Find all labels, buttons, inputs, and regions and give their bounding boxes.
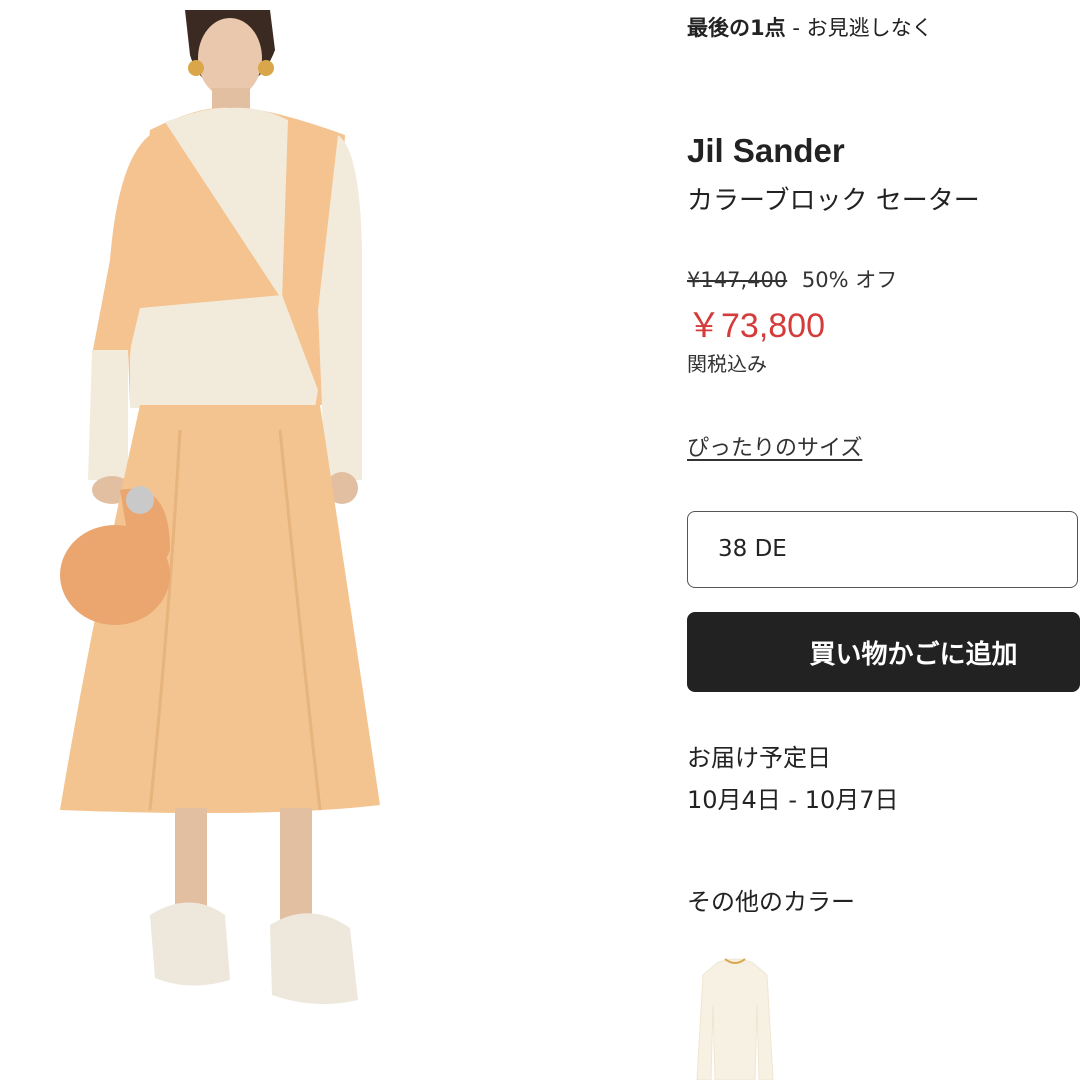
- bag-ball: [126, 486, 154, 514]
- product-image[interactable]: [0, 10, 660, 1078]
- shoe-right: [270, 913, 358, 1004]
- tax-note: 関税込み: [687, 352, 767, 376]
- product-page: 最後の1点 - お見逃しなく Jil Sander カラーブロック セーター ¥…: [0, 0, 1080, 1080]
- delivery-dates: 10月4日 - 10月7日: [687, 786, 899, 814]
- stock-urgency-message: 最後の1点 - お見逃しなく: [687, 12, 933, 42]
- sweater-thumbnail: [687, 945, 782, 1080]
- delivery-label: お届け予定日: [687, 744, 831, 772]
- size-select[interactable]: 38 DE: [687, 511, 1078, 588]
- face: [198, 18, 262, 98]
- sale-price: ￥73,800: [687, 307, 825, 345]
- size-select-value: 38 DE: [718, 536, 787, 562]
- original-price: ¥147,400: [687, 268, 788, 292]
- product-info: 最後の1点 - お見逃しなく Jil Sander カラーブロック セーター ¥…: [687, 0, 1080, 1080]
- size-guide-link[interactable]: ぴったりのサイズ: [687, 430, 862, 462]
- urgency-rest-text: - お見逃しなく: [792, 16, 933, 40]
- product-name: カラーブロック セーター: [687, 186, 980, 216]
- brand-name[interactable]: Jil Sander: [687, 132, 845, 170]
- discount-label: 50% オフ: [801, 268, 898, 292]
- other-colors-label: その他のカラー: [687, 888, 855, 916]
- shoe-left: [150, 902, 230, 986]
- color-swatch-cream[interactable]: [687, 945, 782, 1080]
- model-illustration: [0, 10, 660, 1078]
- add-to-bag-button[interactable]: 買い物かごに追加: [687, 612, 1080, 692]
- urgency-strong-text: 最後の1点: [687, 16, 786, 40]
- sweater-sleeve-left-lower: [88, 350, 128, 480]
- price-row: ¥147,400 50% オフ: [687, 264, 897, 294]
- earring-left: [188, 60, 204, 76]
- earring-right: [258, 60, 274, 76]
